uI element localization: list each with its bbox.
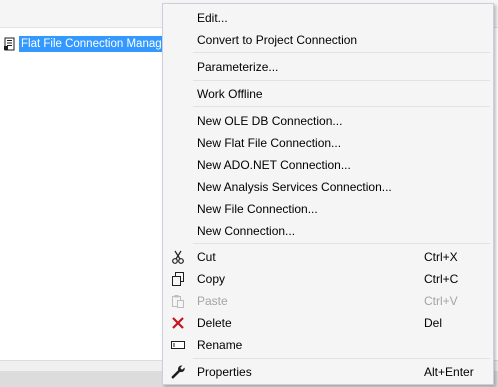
menu-item-new-analysis-services-connection[interactable]: New Analysis Services Connection... — [163, 176, 493, 198]
menu-separator — [193, 80, 490, 81]
menu-item-convert-to-project-connection[interactable]: Convert to Project Connection — [163, 29, 493, 51]
menu-item-label: Work Offline — [197, 87, 263, 101]
menu-item-shortcut: Ctrl+X — [424, 250, 458, 264]
menu-separator — [193, 52, 490, 53]
rename-icon — [170, 337, 186, 353]
wrench-icon — [170, 364, 186, 380]
menu-item-label: Delete — [197, 316, 232, 330]
menu-item-label: Cut — [197, 250, 216, 264]
scissors-icon — [170, 249, 186, 265]
menu-item-label: Paste — [197, 294, 228, 308]
menu-item-delete[interactable]: Delete Del — [163, 312, 493, 334]
menu-item-shortcut: Ctrl+C — [424, 272, 459, 286]
copy-icon — [170, 271, 186, 287]
menu-item-shortcut: Del — [424, 316, 443, 330]
menu-item-new-ole-db-connection[interactable]: New OLE DB Connection... — [163, 110, 493, 132]
menu-item-new-ado-net-connection[interactable]: New ADO.NET Connection... — [163, 154, 493, 176]
menu-item-label: New ADO.NET Connection... — [197, 158, 351, 172]
menu-separator — [193, 243, 490, 244]
menu-item-label: New File Connection... — [197, 202, 318, 216]
menu-item-copy[interactable]: Copy Ctrl+C — [163, 268, 493, 290]
connection-manager-label[interactable]: Flat File Connection Manager — [19, 36, 175, 52]
menu-item-paste[interactable]: Paste Ctrl+V — [163, 290, 493, 312]
connection-manager-item[interactable]: Flat File Connection Manager — [4, 36, 175, 52]
menu-item-label: Copy — [197, 272, 226, 286]
menu-item-work-offline[interactable]: Work Offline — [163, 83, 493, 105]
menu-item-rename[interactable]: Rename — [163, 334, 493, 356]
flat-file-connection-icon — [4, 37, 16, 51]
menu-item-new-connection[interactable]: New Connection... — [163, 220, 493, 242]
menu-item-edit[interactable]: Edit... — [163, 7, 493, 29]
menu-item-label: Properties — [197, 365, 252, 379]
menu-item-cut[interactable]: Cut Ctrl+X — [163, 246, 493, 268]
menu-item-properties[interactable]: Properties Alt+Enter — [163, 361, 493, 383]
paste-icon — [170, 293, 186, 309]
menu-item-parameterize[interactable]: Parameterize... — [163, 56, 493, 78]
menu-item-label: Rename — [197, 338, 243, 352]
menu-item-label: New Connection... — [197, 224, 296, 238]
menu-item-new-file-connection[interactable]: New File Connection... — [163, 198, 493, 220]
menu-item-label: Edit... — [197, 11, 228, 25]
context-menu: Edit... Convert to Project Connection Pa… — [162, 3, 494, 385]
delete-icon — [170, 315, 186, 331]
menu-separator — [193, 106, 490, 107]
menu-item-shortcut: Alt+Enter — [424, 365, 474, 379]
menu-item-label: New OLE DB Connection... — [197, 114, 343, 128]
menu-item-new-flat-file-connection[interactable]: New Flat File Connection... — [163, 132, 493, 154]
menu-item-label: New Analysis Services Connection... — [197, 180, 392, 194]
menu-item-shortcut: Ctrl+V — [424, 294, 458, 308]
menu-item-label: New Flat File Connection... — [197, 136, 342, 150]
menu-item-label: Parameterize... — [197, 60, 279, 74]
menu-separator — [193, 358, 490, 359]
menu-item-label: Convert to Project Connection — [197, 33, 358, 47]
